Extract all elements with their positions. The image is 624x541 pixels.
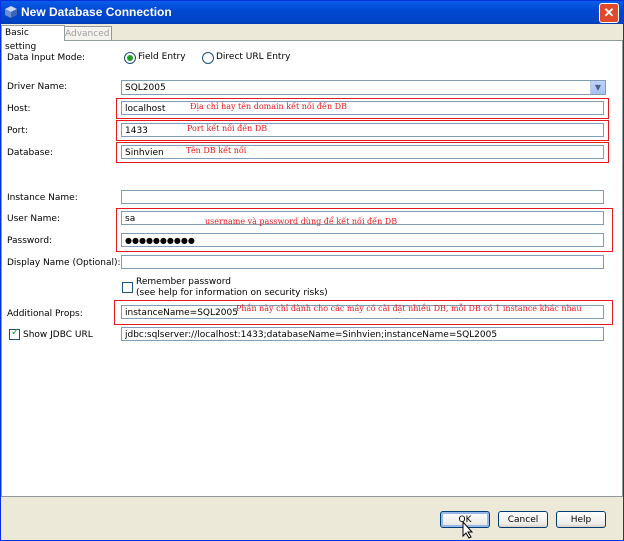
remember-password-checkbox[interactable] [122, 282, 133, 293]
show-jdbc-url-checkbox[interactable]: ✓ [9, 327, 20, 340]
port-label: Port: [7, 126, 28, 136]
field-entry-radio[interactable] [124, 52, 136, 64]
display-name-label: Display Name (Optional): [7, 258, 121, 268]
help-button[interactable]: Help [556, 511, 606, 528]
display-name-input[interactable] [121, 255, 604, 269]
driver-name-select[interactable]: SQL2005 ▼ [121, 80, 606, 95]
field-entry-label[interactable]: Field Entry [138, 52, 186, 62]
close-button[interactable]: ✕ [599, 3, 619, 23]
user-name-label: User Name: [7, 214, 60, 224]
checkmark-icon: ✓ [11, 327, 20, 338]
tab-basic-setting[interactable]: Basic setting [1, 25, 65, 52]
cancel-button[interactable]: Cancel [498, 511, 548, 528]
additional-props-label: Additional Props: [7, 309, 83, 319]
host-annotation-note: Địa chỉ hay tên domain kết nối đến DB [190, 102, 347, 111]
direct-url-entry-radio[interactable] [202, 52, 214, 64]
show-jdbc-url-label[interactable]: Show JDBC URL [23, 330, 93, 340]
driver-name-label: Driver Name: [7, 82, 68, 92]
driver-name-value: SQL2005 [125, 83, 166, 93]
title-bar[interactable]: New Database Connection ✕ [1, 1, 623, 24]
window-title: New Database Connection [21, 5, 172, 19]
radio-selected-dot [127, 55, 133, 61]
netbeans-cube-icon [5, 6, 17, 18]
direct-url-entry-label[interactable]: Direct URL Entry [216, 52, 290, 62]
jdbc-url-field[interactable]: jdbc:sqlserver://localhost:1433;database… [121, 327, 604, 341]
data-input-mode-label: Data Input Mode: [7, 53, 86, 63]
tab-advanced[interactable]: Advanced [61, 26, 112, 41]
remember-password-hint: (see help for information on security ri… [136, 288, 328, 298]
host-label: Host: [7, 104, 31, 114]
database-label: Database: [7, 148, 53, 158]
props-annotation-note: Phần này chỉ dành cho các máy có cài đặt… [236, 304, 582, 313]
mouse-pointer-icon [462, 521, 474, 539]
database-annotation-note: Tên DB kết nối [186, 146, 247, 155]
remember-password-label[interactable]: Remember password [136, 277, 231, 287]
chevron-down-icon[interactable]: ▼ [590, 81, 605, 94]
port-annotation-note: Port kết nối đến DB [187, 124, 268, 133]
instance-name-label: Instance Name: [7, 193, 78, 203]
credentials-annotation-box [116, 208, 613, 252]
close-icon: ✕ [603, 5, 615, 20]
password-label: Password: [7, 236, 53, 246]
instance-name-input[interactable] [121, 190, 604, 204]
credentials-annotation-note: username và password dùng để kết nối đến… [205, 217, 398, 226]
